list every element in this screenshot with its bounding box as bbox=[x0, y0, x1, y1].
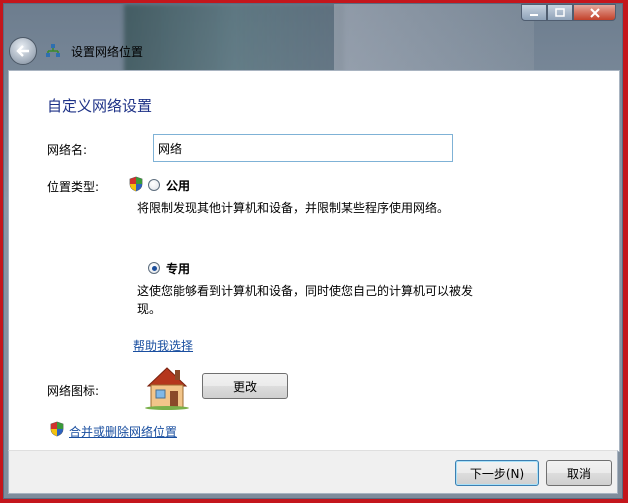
private-description-line2: 现。 bbox=[137, 302, 162, 316]
window-controls bbox=[521, 4, 616, 22]
public-radio[interactable] bbox=[148, 179, 160, 191]
minimize-icon bbox=[530, 13, 538, 16]
public-description: 将限制发现其他计算机和设备，并限制某些程序使用网络。 bbox=[137, 201, 450, 215]
minimize-button[interactable] bbox=[521, 4, 547, 21]
public-label: 公用 bbox=[166, 179, 191, 193]
maximize-button[interactable] bbox=[547, 4, 573, 21]
maximize-icon bbox=[555, 8, 565, 17]
close-button[interactable] bbox=[573, 4, 616, 21]
navigation-bar: 设置网络位置 bbox=[4, 32, 622, 70]
private-description-line1: 这使您能够看到计算机和设备，同时使您自己的计算机可以被发 bbox=[137, 284, 474, 298]
network-icon-label: 网络图标: bbox=[47, 384, 100, 398]
shield-icon-merge bbox=[50, 421, 64, 437]
merge-delete-network-locations-link[interactable]: 合并或删除网络位置 bbox=[69, 423, 177, 440]
back-button[interactable] bbox=[9, 37, 37, 65]
help-me-choose-link[interactable]: 帮助我选择 bbox=[133, 337, 193, 354]
network-name-label: 网络名: bbox=[47, 143, 88, 157]
cancel-button[interactable]: 取消 bbox=[546, 460, 612, 486]
next-button[interactable]: 下一步(N) bbox=[455, 460, 539, 486]
back-arrow-icon bbox=[16, 45, 29, 57]
dialog-footer: 下一步(N) 取消 bbox=[8, 450, 618, 494]
location-type-label: 位置类型: bbox=[47, 180, 100, 194]
change-icon-button[interactable]: 更改 bbox=[202, 373, 288, 399]
close-icon bbox=[589, 7, 600, 18]
shield-icon bbox=[129, 176, 143, 192]
house-icon bbox=[145, 367, 189, 410]
dialog-window: 设置网络位置 自定义网络设置 网络名: 位置类型: 公用 将限制发现其他计算机和… bbox=[3, 3, 623, 499]
content-panel: 自定义网络设置 网络名: 位置类型: 公用 将限制发现其他计算机和设备，并限制某… bbox=[8, 70, 620, 452]
private-radio[interactable] bbox=[148, 262, 160, 274]
breadcrumb: 设置网络位置 bbox=[71, 44, 144, 59]
network-icon bbox=[46, 44, 60, 57]
private-label: 专用 bbox=[166, 262, 191, 276]
page-title: 自定义网络设置 bbox=[47, 97, 153, 115]
network-name-input[interactable] bbox=[153, 134, 453, 162]
